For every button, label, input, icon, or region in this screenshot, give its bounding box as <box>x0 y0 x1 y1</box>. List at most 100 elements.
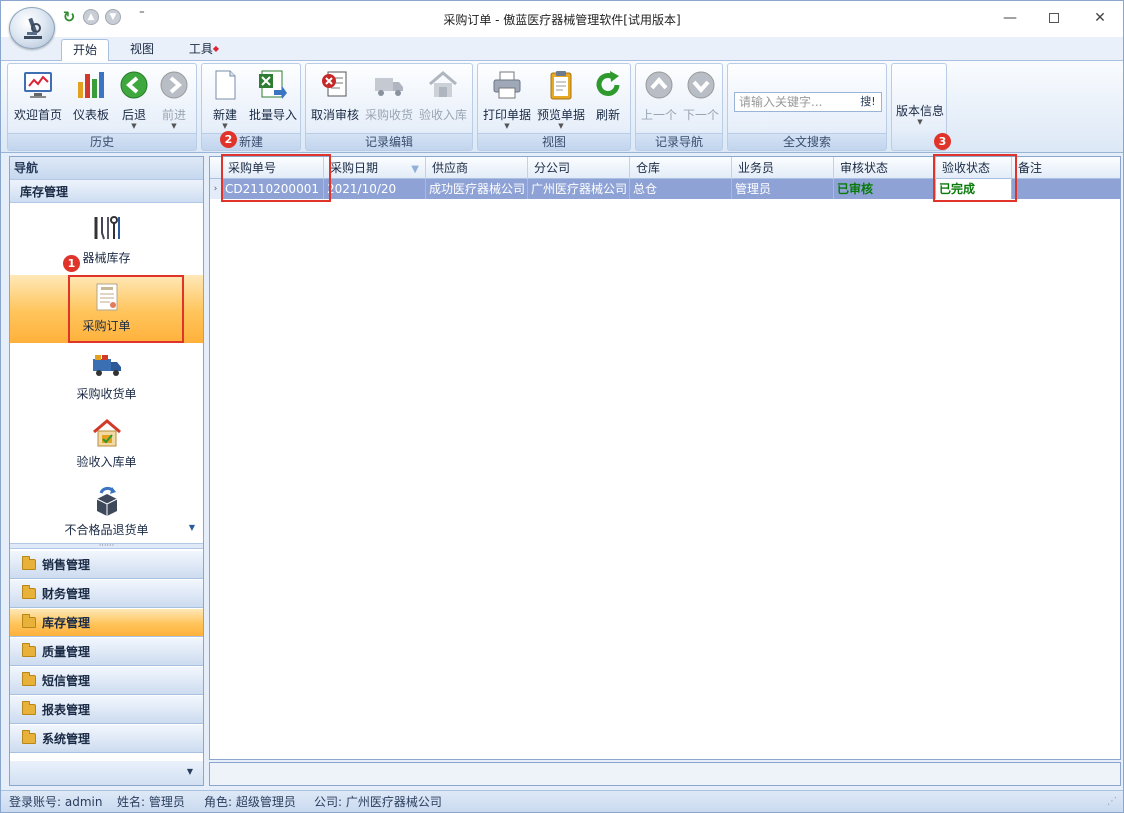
nav-group-quality[interactable]: 质量管理 <box>10 638 203 666</box>
column-header-inspect-status[interactable]: 验收状态 <box>936 157 1012 179</box>
forward-dropdown-icon[interactable]: ▼ <box>154 123 194 130</box>
grid-footer-bar <box>209 762 1121 786</box>
cell-salesman[interactable]: 管理员 <box>732 179 834 199</box>
forward-button[interactable]: 前进 ▼ <box>154 66 194 132</box>
prev-record-button[interactable]: 上一个 <box>638 66 680 132</box>
search-input[interactable] <box>735 93 851 111</box>
warehouse-icon <box>91 417 123 449</box>
folder-icon <box>22 556 36 570</box>
nav-group-inventory[interactable]: 库存管理 <box>10 609 203 637</box>
cell-audit-status[interactable]: 已审核 <box>834 179 936 199</box>
nav-bottom-bar: ▼ <box>10 761 203 785</box>
nav-group-sales[interactable]: 销售管理 <box>10 551 203 579</box>
status-bar: 登录账号: admin 姓名: 管理员 角色: 超级管理员 公司: 广州医疗器械… <box>1 790 1123 812</box>
welcome-label: 欢迎首页 <box>13 108 62 122</box>
print-button[interactable]: 打印单据 ▼ <box>480 66 534 132</box>
excel-import-icon <box>256 68 290 102</box>
data-grid: 采购单号 采购日期 ▼ 供应商 分公司 仓库 业务员 审核状态 验收状态 备注 ›… <box>209 156 1121 760</box>
microscope-icon <box>24 17 42 39</box>
nav-item-label: 采购订单 <box>82 319 131 333</box>
tab-tools[interactable]: 工具◆ <box>177 39 231 61</box>
dashboard-button[interactable]: 仪表板 <box>68 66 114 132</box>
up-arrow-icon <box>642 68 676 102</box>
inspect-button[interactable]: 验收入库 <box>416 66 470 132</box>
window-title: 采购订单 - 傲蓝医疗器械管理软件[试用版本] <box>443 13 681 27</box>
bar-chart-icon <box>74 68 108 102</box>
app-window: ↻ ▲ ▼ ⁼ 采购订单 - 傲蓝医疗器械管理软件[试用版本] — ✕ 开始 视… <box>0 0 1124 813</box>
preview-dropdown-icon[interactable]: ▼ <box>534 123 588 130</box>
batch-import-button[interactable]: 批量导入 <box>246 66 300 132</box>
grid-header: 采购单号 采购日期 ▼ 供应商 分公司 仓库 业务员 审核状态 验收状态 备注 <box>210 157 1120 179</box>
new-dropdown-icon[interactable]: ▼ <box>204 123 246 130</box>
back-dropdown-icon[interactable]: ▼ <box>114 123 154 130</box>
column-header-supplier[interactable]: 供应商 <box>426 157 528 179</box>
close-button[interactable]: ✕ <box>1087 7 1113 29</box>
nav-splitter[interactable]: ······ <box>10 542 203 550</box>
nav-item-purchase-order[interactable]: 采购订单 <box>10 275 203 343</box>
column-header-remark[interactable]: 备注 <box>1012 157 1120 179</box>
receive-truck-icon <box>372 68 406 102</box>
minimize-button[interactable]: — <box>997 7 1023 29</box>
refresh-button[interactable]: 刷新 <box>588 66 628 132</box>
receive-button[interactable]: 采购收货 <box>362 66 416 132</box>
cell-order-no[interactable]: CD2110200001 <box>222 179 324 199</box>
tab-start[interactable]: 开始 <box>61 39 109 61</box>
group-search: 搜! 全文搜索 <box>727 63 887 151</box>
preview-label: 预览单据 <box>536 108 585 122</box>
cancel-audit-button[interactable]: 取消审核 <box>308 66 362 132</box>
nav-group-sms[interactable]: 短信管理 <box>10 667 203 695</box>
preview-button[interactable]: 预览单据 ▼ <box>534 66 588 132</box>
table-row[interactable]: › CD2110200001 2021/10/20 成功医疗器械公司 广州医疗器… <box>210 179 1120 199</box>
search-button[interactable]: 搜! <box>857 94 879 110</box>
instrument-tools-icon <box>91 213 123 245</box>
column-header-salesman[interactable]: 业务员 <box>732 157 834 179</box>
status-account: 登录账号: admin <box>9 795 103 809</box>
tab-view[interactable]: 视图 <box>119 39 165 61</box>
print-dropdown-icon[interactable]: ▼ <box>480 123 534 130</box>
column-header-warehouse[interactable]: 仓库 <box>630 157 732 179</box>
new-button[interactable]: 新建 ▼ <box>204 66 246 132</box>
nav-config-dropdown-icon[interactable]: ▼ <box>187 767 193 776</box>
nav-group-finance[interactable]: 财务管理 <box>10 580 203 608</box>
nav-group-system[interactable]: 系统管理 <box>10 725 203 753</box>
purchase-order-icon <box>91 281 123 313</box>
column-header-audit-status[interactable]: 审核状态 <box>834 157 936 179</box>
app-menu-button[interactable] <box>9 7 55 49</box>
annotation-badge-3: 3 <box>934 133 951 150</box>
maximize-button[interactable] <box>1041 7 1067 29</box>
cell-inspect-status[interactable]: 已完成 <box>936 179 1012 199</box>
nav-item-purchase-receipt[interactable]: 采购收货单 <box>10 343 203 411</box>
cell-warehouse[interactable]: 总仓 <box>630 179 732 199</box>
column-header-date[interactable]: 采购日期 ▼ <box>324 157 426 179</box>
version-dropdown-icon[interactable]: ▼ <box>894 119 946 126</box>
nav-group-label: 质量管理 <box>42 645 91 659</box>
inspect-label: 验收入库 <box>418 108 467 122</box>
nav-group-label: 系统管理 <box>42 732 91 746</box>
next-record-button[interactable]: 下一个 <box>680 66 722 132</box>
nav-panel: 导航 库存管理 器械库存 采购订单 采购收货单 验收入库单 不合格品退货单 ▼ … <box>9 156 204 786</box>
welcome-button[interactable]: 欢迎首页 <box>10 66 66 132</box>
cell-remark[interactable] <box>1012 179 1120 199</box>
next-record-label: 下一个 <box>682 108 719 122</box>
clipboard-icon <box>544 68 578 102</box>
nav-item-defective-return[interactable]: 不合格品退货单 <box>10 479 203 547</box>
nav-group-reports[interactable]: 报表管理 <box>10 696 203 724</box>
nav-group-label: 库存管理 <box>42 616 91 630</box>
nav-item-instrument-stock[interactable]: 器械库存 <box>10 207 203 275</box>
cell-supplier[interactable]: 成功医疗器械公司 <box>426 179 528 199</box>
back-button[interactable]: 后退 ▼ <box>114 66 154 132</box>
print-label: 打印单据 <box>482 108 531 122</box>
cell-date[interactable]: 2021/10/20 <box>324 179 426 199</box>
resize-grip-icon[interactable]: ⋰ <box>1107 791 1117 813</box>
nav-active-group-title[interactable]: 库存管理 <box>10 179 203 203</box>
version-info-button[interactable]: 版本信息 ▼ <box>894 102 946 132</box>
maximize-icon <box>1049 13 1059 23</box>
column-header-order-no[interactable]: 采购单号 <box>222 157 324 179</box>
column-header-branch[interactable]: 分公司 <box>528 157 630 179</box>
refresh-label: 刷新 <box>595 108 620 122</box>
nav-item-inspection-entry[interactable]: 验收入库单 <box>10 411 203 479</box>
cell-branch[interactable]: 广州医疗器械公司 <box>528 179 630 199</box>
batch-import-label: 批量导入 <box>248 108 297 122</box>
folder-icon <box>22 672 36 686</box>
nav-scroll-down-icon[interactable]: ▼ <box>189 523 195 532</box>
